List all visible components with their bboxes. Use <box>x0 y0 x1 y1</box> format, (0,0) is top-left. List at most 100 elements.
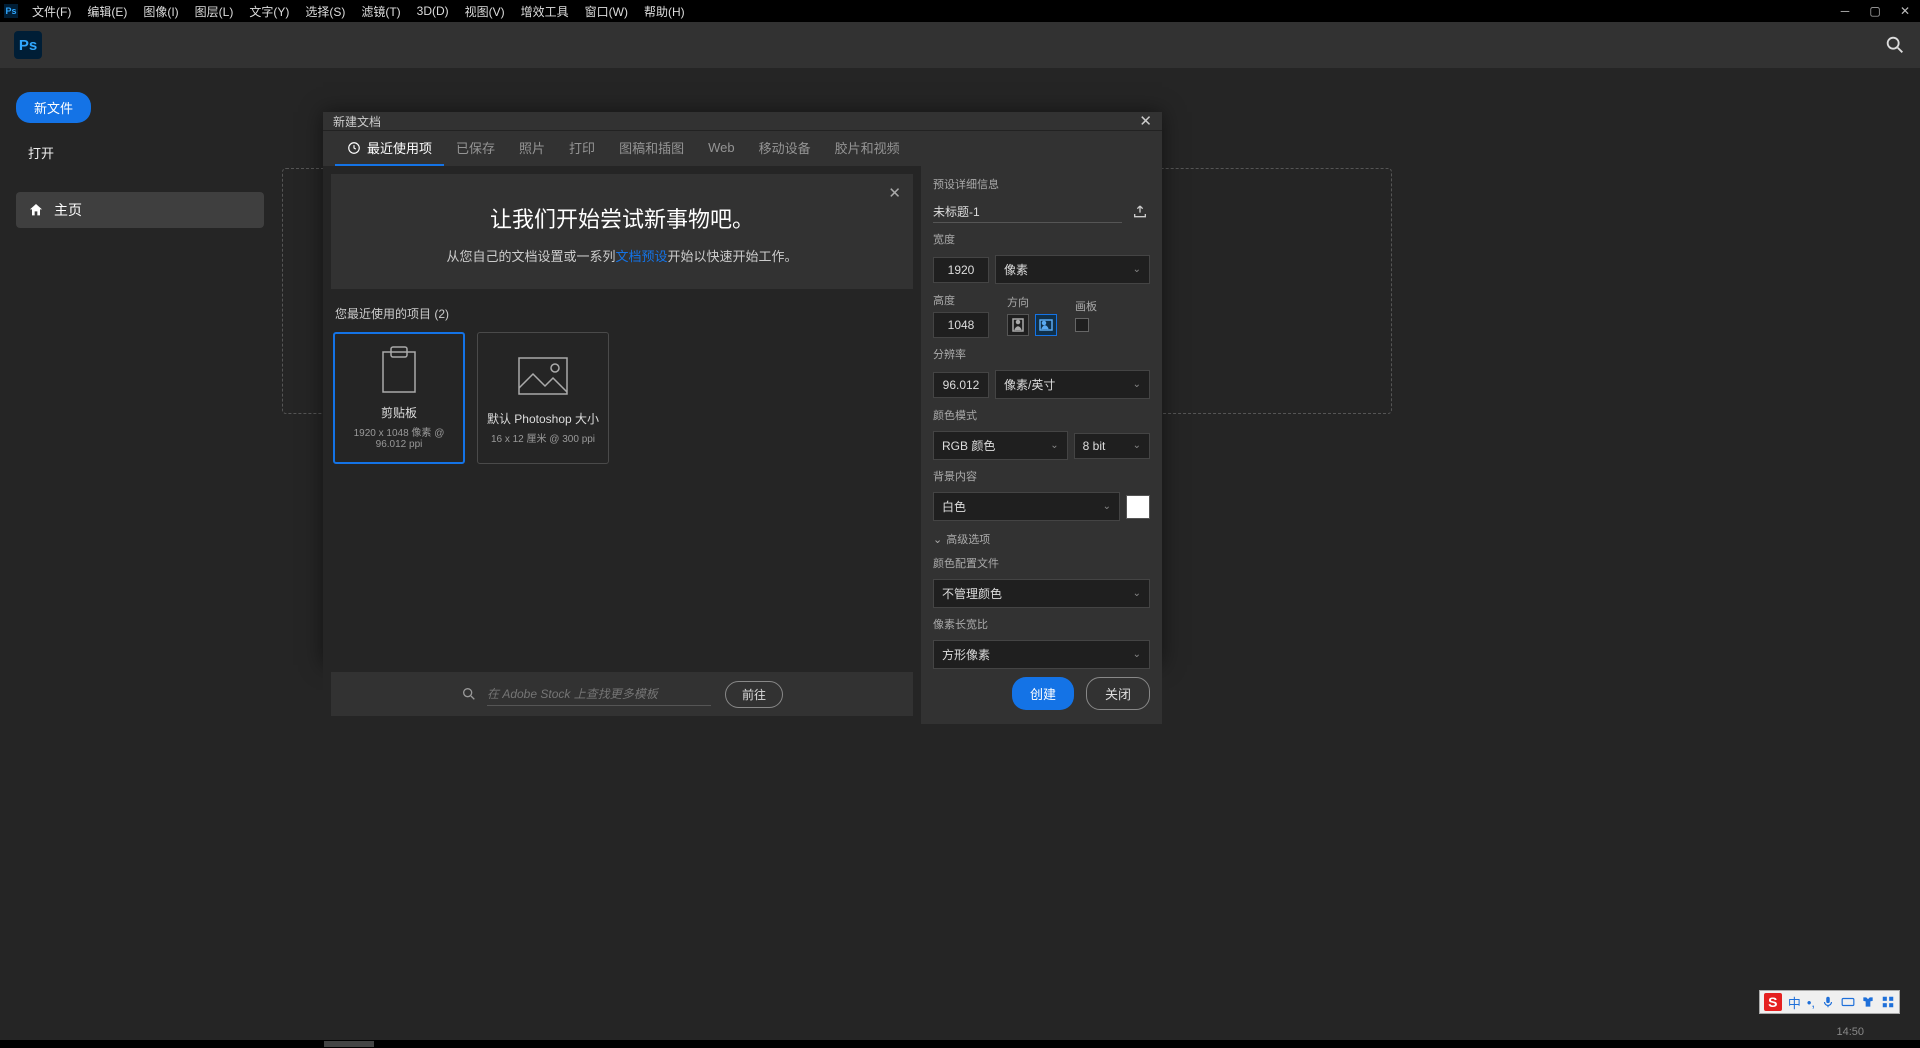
ime-toolbar[interactable]: S 中 •, <box>1759 990 1900 1014</box>
orientation-portrait-button[interactable] <box>1007 314 1029 336</box>
banner: ✕ 让我们开始尝试新事物吧。 从您自己的文档设置或一系列文档预设开始以快速开始工… <box>331 174 913 289</box>
menu-item[interactable]: 编辑(E) <box>79 3 135 20</box>
document-name-input[interactable] <box>933 200 1122 223</box>
menu-item[interactable]: 图像(I) <box>135 3 186 20</box>
preset-dimensions: 16 x 12 厘米 @ 300 ppi <box>487 430 599 445</box>
bit-depth-select[interactable]: 8 bit⌄ <box>1074 433 1150 459</box>
ime-skin-icon[interactable] <box>1861 995 1875 1009</box>
menu-item[interactable]: 3D(D) <box>409 4 457 18</box>
menu-item[interactable]: 文件(F) <box>24 3 79 20</box>
preset-dimensions: 1920 x 1048 像素 @ 96.012 ppi <box>335 424 463 450</box>
artboard-checkbox[interactable] <box>1075 318 1089 332</box>
app-header: Ps <box>0 22 1920 68</box>
resolution-unit-select[interactable]: 像素/英寸⌄ <box>995 370 1150 399</box>
dialog-left-panel: ✕ 让我们开始尝试新事物吧。 从您自己的文档设置或一系列文档预设开始以快速开始工… <box>323 166 921 724</box>
dialog-titlebar: 新建文档 ✕ <box>323 112 1162 131</box>
export-preset-icon[interactable] <box>1130 202 1150 222</box>
document-presets-link[interactable]: 文档预设 <box>615 249 667 264</box>
recent-label: 您最近使用的项目 (2) <box>323 297 921 332</box>
artboard-label: 画板 <box>1075 298 1097 314</box>
new-document-dialog: 新建文档 ✕ 最近使用项已保存照片打印图稿和插图Web移动设备胶片和视频 ✕ 让… <box>323 112 1162 665</box>
dialog-close-button[interactable]: ✕ <box>1139 112 1152 130</box>
stock-search-bar: 前往 <box>331 672 913 716</box>
ime-tools-icon[interactable] <box>1881 995 1895 1009</box>
pixel-aspect-label: 像素长宽比 <box>933 616 1150 632</box>
menu-item[interactable]: 增效工具 <box>513 3 577 20</box>
ime-mic-icon[interactable] <box>1821 995 1835 1009</box>
height-label: 高度 <box>933 292 989 308</box>
preset-card[interactable]: 剪贴板 1920 x 1048 像素 @ 96.012 ppi <box>333 332 465 464</box>
stock-go-button[interactable]: 前往 <box>725 681 783 708</box>
banner-title: 让我们开始尝试新事物吧。 <box>351 202 893 234</box>
preset-name: 剪贴板 <box>381 404 417 421</box>
dialog-tab[interactable]: 胶片和视频 <box>823 131 912 166</box>
nav-home[interactable]: 主页 <box>16 192 264 228</box>
clock-icon <box>347 141 361 155</box>
open-button[interactable]: 打开 <box>16 137 264 168</box>
preset-name: 默认 Photoshop 大小 <box>487 410 599 427</box>
dialog-tab[interactable]: 图稿和插图 <box>607 131 696 166</box>
color-profile-label: 颜色配置文件 <box>933 555 1150 571</box>
image-icon <box>517 352 569 400</box>
resolution-label: 分辨率 <box>933 346 1150 362</box>
home-icon <box>28 202 44 218</box>
unit-select[interactable]: 像素⌄ <box>995 255 1150 284</box>
nav-home-label: 主页 <box>54 200 82 220</box>
orientation-landscape-button[interactable] <box>1035 314 1057 336</box>
dialog-title: 新建文档 <box>333 113 381 130</box>
banner-subtitle: 从您自己的文档设置或一系列文档预设开始以快速开始工作。 <box>351 246 893 265</box>
pixel-aspect-select[interactable]: 方形像素⌄ <box>933 640 1150 669</box>
background-label: 背景内容 <box>933 468 1150 484</box>
resolution-input[interactable] <box>933 372 989 398</box>
advanced-options-toggle[interactable]: ⌄高级选项 <box>933 531 1150 547</box>
menu-item[interactable]: 选择(S) <box>297 3 353 20</box>
background-select[interactable]: 白色⌄ <box>933 492 1120 521</box>
maximize-button[interactable]: ▢ <box>1860 0 1890 22</box>
minimize-button[interactable]: ─ <box>1830 0 1860 22</box>
menu-item[interactable]: 视图(V) <box>457 3 513 20</box>
ps-icon-small: Ps <box>4 4 18 18</box>
width-input[interactable] <box>933 257 989 283</box>
preset-card[interactable]: 默认 Photoshop 大小 16 x 12 厘米 @ 300 ppi <box>477 332 609 464</box>
width-label: 宽度 <box>933 231 1150 247</box>
new-file-button[interactable]: 新文件 <box>16 92 91 123</box>
height-input[interactable] <box>933 312 989 338</box>
ime-keyboard-icon[interactable] <box>1841 995 1855 1009</box>
dialog-right-panel: 预设详细信息 宽度 像素⌄ 高度 方向 <box>921 166 1162 724</box>
presets-list: 剪贴板 1920 x 1048 像素 @ 96.012 ppi 默认 Photosh… <box>323 332 921 464</box>
menubar: Ps 文件(F)编辑(E)图像(I)图层(L)文字(Y)选择(S)滤镜(T)3D… <box>0 0 1920 22</box>
menu-item[interactable]: 文字(Y) <box>241 3 297 20</box>
dialog-tab[interactable]: 移动设备 <box>747 131 823 166</box>
menu-item[interactable]: 帮助(H) <box>636 3 693 20</box>
dialog-tab[interactable]: Web <box>696 131 747 166</box>
ime-punct-icon[interactable]: •, <box>1807 995 1815 1010</box>
create-button[interactable]: 创建 <box>1012 677 1074 710</box>
banner-close-button[interactable]: ✕ <box>888 184 901 202</box>
menu-item[interactable]: 图层(L) <box>187 3 242 20</box>
color-mode-label: 颜色模式 <box>933 407 1150 423</box>
color-mode-select[interactable]: RGB 颜色⌄ <box>933 431 1068 460</box>
color-profile-select[interactable]: 不管理颜色⌄ <box>933 579 1150 608</box>
close-button[interactable]: 关闭 <box>1086 677 1150 710</box>
dialog-tab[interactable]: 照片 <box>507 131 557 166</box>
clipboard-icon <box>373 346 425 394</box>
dialog-tab[interactable]: 已保存 <box>444 131 507 166</box>
left-sidebar: 新文件 打开 主页 <box>0 68 280 1040</box>
dialog-tab[interactable]: 打印 <box>557 131 607 166</box>
dialog-tab[interactable]: 最近使用项 <box>335 131 444 166</box>
bottom-strip <box>0 1040 1920 1048</box>
ime-lang[interactable]: 中 <box>1788 993 1801 1012</box>
dialog-tabs: 最近使用项已保存照片打印图稿和插图Web移动设备胶片和视频 <box>323 131 1162 166</box>
background-color-swatch[interactable] <box>1126 495 1150 519</box>
menu-item[interactable]: 窗口(W) <box>577 3 636 20</box>
preset-details-heading: 预设详细信息 <box>933 176 1150 192</box>
ps-logo: Ps <box>14 31 42 59</box>
search-icon[interactable] <box>1884 34 1906 56</box>
stock-search-input[interactable] <box>487 683 711 706</box>
close-window-button[interactable]: ✕ <box>1890 0 1920 22</box>
clock-time: 14:50 <box>1836 1026 1864 1038</box>
search-icon <box>461 686 477 702</box>
orientation-label: 方向 <box>1007 294 1057 310</box>
menu-item[interactable]: 滤镜(T) <box>353 3 408 20</box>
sogou-logo-icon[interactable]: S <box>1764 993 1782 1011</box>
